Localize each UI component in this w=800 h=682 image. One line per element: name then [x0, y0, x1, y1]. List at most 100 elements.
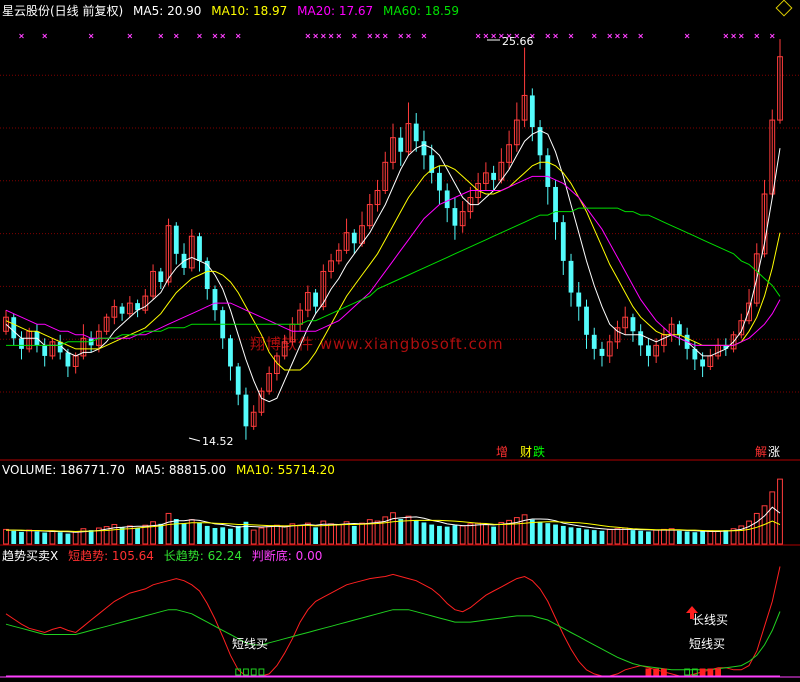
volume-bar [715, 530, 721, 545]
volume-bar [753, 512, 760, 545]
volume-bar [228, 528, 233, 544]
chart-canvas[interactable]: 25.66 14.52 增 财 跌 解 涨 短线买 短线买 长线买 [0, 0, 800, 682]
volume-bar [560, 525, 566, 544]
volume-bar [313, 527, 318, 544]
volume-bar [328, 523, 334, 545]
signal-marker-icon [607, 33, 613, 39]
volume-bar [452, 525, 458, 544]
signal-marker-icon [197, 33, 202, 39]
signal-marker-icon [313, 33, 318, 39]
candle-body [591, 334, 597, 349]
candle-body [676, 324, 682, 335]
candle-body [599, 348, 605, 356]
volume-bar [158, 523, 164, 544]
volume-bar [684, 531, 690, 544]
volume-bar [444, 526, 450, 544]
volume-bar [258, 527, 265, 545]
volume-bar [88, 530, 94, 544]
indicator-line [5, 609, 781, 671]
candle-body [638, 331, 644, 346]
volume-bar [638, 530, 644, 544]
signal-marker-icon [88, 33, 94, 39]
signal-marker-icon [158, 33, 164, 39]
candle-body [553, 186, 558, 223]
long-buy-label: 长线买 [692, 613, 728, 627]
volume-bar [65, 533, 71, 544]
tag-die: 跌 [533, 444, 545, 459]
candle-body [429, 155, 435, 173]
signal-marker-icon [615, 33, 620, 39]
signal-marker-icon [19, 33, 24, 39]
volume-bar [343, 521, 350, 545]
candle-body [228, 338, 233, 367]
signal-marker-icon [769, 33, 775, 39]
signal-marker-icon [684, 33, 690, 39]
volume-bar [374, 520, 381, 545]
volume-bar [72, 530, 79, 545]
signal-marker-icon [220, 33, 226, 39]
signal-marker-icon [723, 33, 729, 39]
volume-bar [204, 525, 210, 544]
volume-bar [119, 527, 125, 544]
grid-layer [0, 74, 800, 678]
volume-bar [769, 491, 776, 545]
volume-bars [3, 478, 783, 545]
candle-body [560, 222, 566, 261]
signal-marker-icon [591, 33, 597, 39]
volume-bar [173, 518, 179, 544]
signal-marker-icon [754, 33, 760, 39]
low-price-pointer [188, 437, 201, 442]
buy-zone-block [653, 668, 660, 676]
signal-marker-icon [328, 33, 334, 39]
signal-marker-icon [731, 33, 736, 39]
volume-bar [429, 524, 435, 544]
volume-bar [545, 523, 551, 544]
signal-markers [19, 33, 775, 39]
short-buy-label-1: 短线买 [232, 637, 268, 651]
indicator-lines [5, 566, 781, 677]
signal-marker-icon [42, 33, 48, 39]
signal-marker-icon [406, 33, 411, 39]
volume-bar [165, 512, 172, 545]
tag-zhang: 涨 [768, 444, 780, 459]
signal-marker-icon [475, 33, 481, 39]
signal-marker-icon [491, 33, 496, 39]
candle-body [212, 289, 218, 311]
candle-body [65, 352, 71, 367]
signal-marker-icon [622, 33, 628, 39]
volume-bar [19, 531, 24, 544]
signal-marker-icon [305, 33, 311, 39]
signal-marker-icon [738, 33, 744, 39]
candle-body [19, 338, 24, 349]
volume-bar [467, 523, 474, 545]
volume-bar [135, 528, 140, 544]
volume-bar [692, 532, 698, 544]
signal-marker-icon [235, 33, 241, 39]
volume-bar [723, 530, 729, 544]
volume-bar [475, 522, 482, 545]
volume-bar [482, 524, 489, 545]
volume-bar [289, 523, 296, 545]
signal-marker-icon [398, 33, 404, 39]
volume-bar [142, 524, 149, 545]
candle-body [646, 345, 651, 356]
signal-marker-icon [127, 33, 133, 39]
buy-zone-block [258, 668, 265, 676]
volume-bar [491, 526, 497, 544]
volume-bar [606, 528, 613, 545]
volume-bar [599, 530, 605, 544]
candle-body [313, 292, 318, 307]
candle-body [413, 123, 419, 142]
volume-bar [34, 531, 40, 544]
volume-bar [529, 519, 535, 544]
volume-bar [614, 528, 621, 545]
volume-bar [26, 529, 33, 545]
volume-bar [335, 524, 342, 545]
candle-body [700, 359, 705, 367]
signal-marker-icon [173, 33, 179, 39]
volume-bar [459, 525, 466, 545]
candle-body [584, 306, 589, 335]
volume-bar [359, 522, 365, 545]
candle-body [529, 95, 535, 128]
short-buy-label-2: 短线买 [689, 637, 725, 651]
